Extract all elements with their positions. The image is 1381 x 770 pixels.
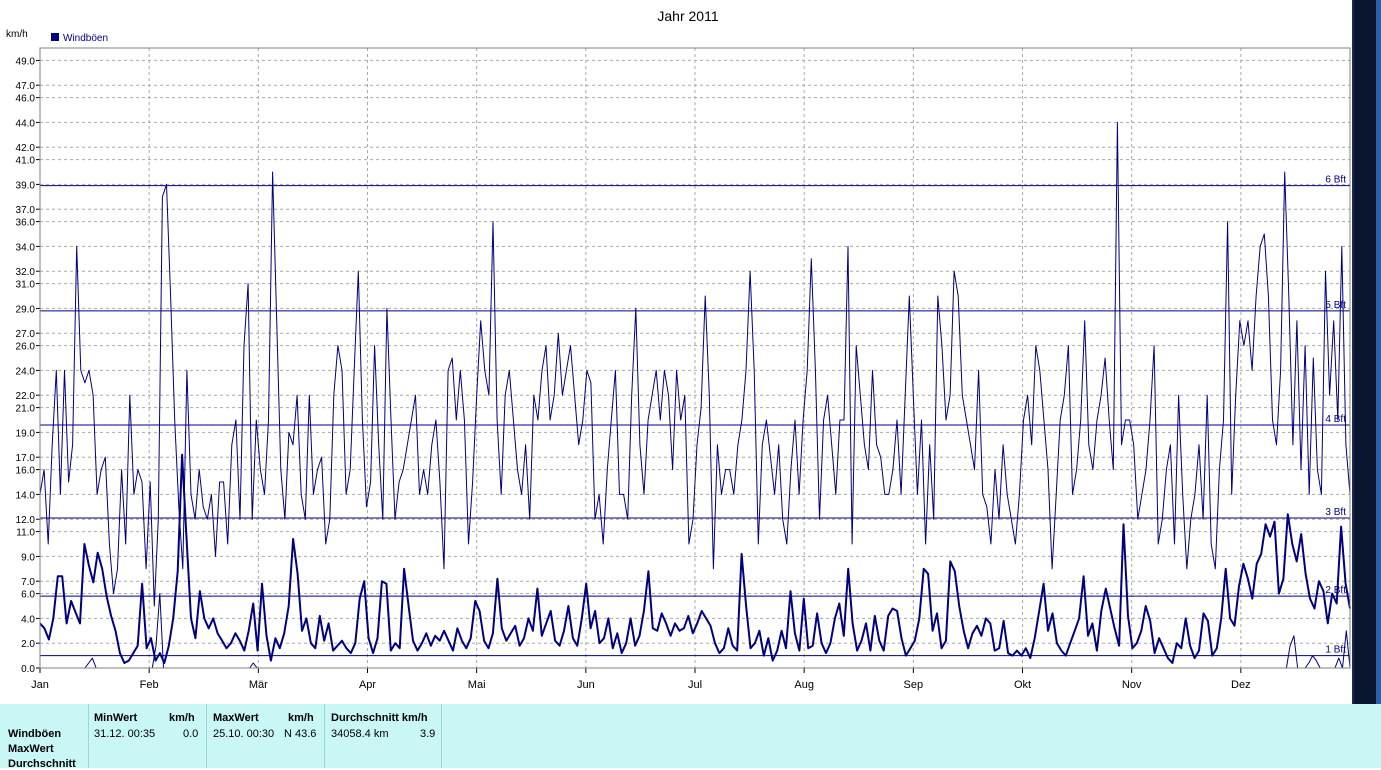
y-tick-label: 11.0 [16, 528, 35, 539]
y-tick-label: 0.0 [21, 664, 35, 675]
y-tick-label: 27.0 [16, 329, 36, 340]
beaufort-label: 1 Bft [1325, 645, 1346, 656]
y-tick-label: 34.0 [16, 242, 36, 253]
x-tick-label: Jun [577, 679, 595, 691]
y-tick-label: 41.0 [16, 156, 36, 167]
average-column: Durchschnitt km/h 34058.4 km 3.9 [324, 704, 441, 768]
y-tick-label: 39.0 [16, 180, 36, 191]
statistics-panel: Windböen MaxWert Durchschnitt MinWert km… [0, 704, 1381, 770]
x-tick-label: Aug [794, 679, 814, 691]
row-label-windboeen: Windböen [8, 728, 62, 740]
y-tick-label: 24.0 [16, 366, 36, 377]
average-value: 3.9 [420, 728, 436, 740]
min-unit: km/h [169, 712, 195, 724]
y-tick-label: 26.0 [16, 342, 36, 353]
max-column: MaxWert km/h 25.10. 00:30 N 43.6 [206, 704, 323, 768]
y-tick-label: 47.0 [16, 81, 36, 92]
y-tick-label: 44.0 [16, 118, 36, 129]
y-tick-label: 31.0 [16, 280, 36, 291]
x-tick-label: Mai [468, 679, 486, 691]
max-value: N 43.6 [284, 728, 317, 740]
x-tick-label: Dez [1231, 679, 1251, 691]
legend-swatch [51, 33, 59, 41]
x-tick-label: Okt [1014, 679, 1031, 691]
max-unit: km/h [288, 712, 314, 724]
x-tick-label: Jul [688, 679, 702, 691]
window-edge-accent [1376, 0, 1381, 704]
beaufort-label: 3 Bft [1325, 507, 1346, 518]
average-distance: 34058.4 km [331, 728, 389, 740]
y-axis-unit: km/h [6, 29, 28, 40]
chart: Jahr 2011 km/h Windböen 1 Bft 2 Bft 3 Bft 4… [6, 8, 1351, 691]
x-tick-label: Nov [1122, 679, 1142, 691]
y-tick-label: 37.0 [16, 205, 36, 216]
min-value: 0.0 [183, 728, 199, 740]
min-column: MinWert km/h 31.12. 00:35 0.0 [88, 704, 205, 768]
x-tick-label: Mär [249, 679, 268, 691]
y-tick-label: 21.0 [16, 404, 36, 415]
min-time: 31.12. 00:35 [94, 728, 156, 740]
average-header: Durchschnitt km/h [331, 712, 428, 724]
x-tick-label: Feb [140, 679, 159, 691]
x-tick-label: Apr [359, 679, 376, 691]
row-label-maxwert: MaxWert [8, 743, 54, 755]
y-tick-label: 9.0 [21, 552, 35, 563]
x-tick-label: Jan [31, 679, 49, 691]
y-tick-label: 22.0 [16, 391, 36, 402]
y-tick-label: 17.0 [16, 453, 36, 464]
y-tick-label: 46.0 [16, 94, 36, 105]
y-tick-label: 36.0 [16, 218, 36, 229]
beaufort-label: 2 Bft [1325, 585, 1346, 596]
beaufort-label: 6 Bft [1325, 175, 1346, 186]
y-tick-label: 16.0 [16, 466, 36, 477]
y-tick-label: 2.0 [21, 639, 35, 650]
y-tick-label: 42.0 [16, 143, 36, 154]
y-tick-label: 32.0 [16, 267, 36, 278]
max-time: 25.10. 00:30 [213, 728, 275, 740]
y-tick-label: 14.0 [16, 490, 36, 501]
y-tick-label: 4.0 [21, 614, 35, 625]
y-tick-label: 7.0 [21, 577, 35, 588]
y-tick-label: 19.0 [16, 428, 36, 439]
y-tick-label: 29.0 [16, 304, 36, 315]
y-tick-label: 12.0 [16, 515, 36, 526]
max-header: MaxWert [213, 712, 259, 724]
column-divider [441, 704, 443, 768]
chart-title: Jahr 2011 [657, 8, 718, 24]
beaufort-label: 4 Bft [1325, 414, 1346, 425]
y-tick-label: 6.0 [21, 590, 35, 601]
y-tick-label: 49.0 [16, 56, 36, 67]
x-tick-label: Sep [904, 679, 924, 691]
row-label-durchschnitt: Durchschnitt [8, 758, 76, 770]
min-header: MinWert [94, 712, 138, 724]
legend-label: Windböen [63, 33, 108, 44]
